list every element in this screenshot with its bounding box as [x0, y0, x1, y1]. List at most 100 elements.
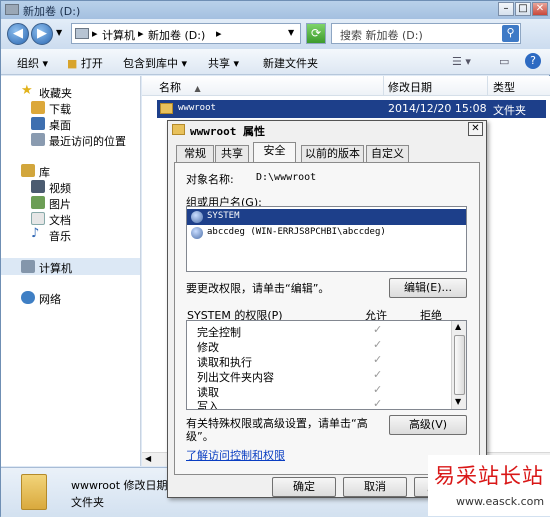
address-bar[interactable]: ▸ 计算机 ▸ 新加卷 (D:) ▸ ▼: [71, 23, 301, 44]
allow-check-icon: ✓: [373, 397, 383, 409]
pictures-icon: [31, 196, 45, 209]
user-name: abccdeg (WIN-ERRJS8PCHBI\abccdeg): [207, 227, 386, 237]
nav-pictures-label: 图片: [49, 198, 71, 211]
address-dropdown-icon[interactable]: ▼: [288, 28, 294, 37]
allow-check-icon: ✓: [373, 338, 383, 351]
help-icon[interactable]: ?: [525, 53, 541, 69]
sort-ascending-icon: ▲: [194, 84, 201, 93]
ok-button[interactable]: 确定: [272, 477, 336, 497]
permission-row: 读取 ✓: [187, 383, 453, 399]
column-divider[interactable]: [487, 76, 488, 96]
column-date[interactable]: 修改日期: [388, 79, 432, 95]
nav-network-label: 网络: [39, 293, 61, 306]
documents-icon: [31, 212, 45, 225]
allow-check-icon: ✓: [373, 353, 383, 366]
user-group-icon: [191, 211, 203, 223]
file-date: 2014/12/20 15:08: [388, 102, 487, 115]
nav-downloads-label: 下载: [49, 103, 71, 116]
file-type: 文件夹: [493, 104, 526, 117]
organize-label: 组织: [17, 57, 39, 70]
column-divider[interactable]: [383, 76, 384, 96]
scroll-down-icon[interactable]: ▼: [455, 397, 461, 406]
scroll-thumb[interactable]: [454, 335, 465, 395]
address-segment-drive[interactable]: 新加卷 (D:): [148, 27, 205, 43]
permissions-list: 完全控制 ✓ 修改 ✓ 读取和执行 ✓ 列出文件夹内容 ✓ 读取 ✓ 写入 ✓ …: [186, 320, 467, 410]
nav-documents-label: 文档: [49, 214, 71, 227]
cancel-button[interactable]: 取消: [343, 477, 407, 497]
tab-previous-versions[interactable]: 以前的版本: [301, 145, 364, 162]
share-menu[interactable]: 共享 ▾: [208, 55, 239, 71]
users-listbox[interactable]: SYSTEM abccdeg (WIN-ERRJS8PCHBI\abccdeg): [186, 206, 467, 272]
open-label: 打开: [80, 57, 103, 70]
search-box[interactable]: 搜索 新加卷 (D:) ⚲: [331, 23, 521, 44]
preview-pane-icon[interactable]: ▭: [499, 55, 509, 68]
desktop-icon: [31, 117, 45, 130]
view-options-icon[interactable]: ☰ ▾: [452, 55, 471, 68]
history-dropdown-icon[interactable]: ▼: [56, 28, 62, 37]
drive-icon: [5, 4, 19, 15]
address-arrow: ▸: [92, 27, 98, 40]
folder-icon: [172, 124, 185, 135]
folder-open-icon: ■: [67, 57, 78, 70]
nav-libraries-label: 库: [39, 166, 50, 179]
list-item[interactable]: abccdeg (WIN-ERRJS8PCHBI\abccdeg): [187, 225, 466, 241]
library-icon: [21, 164, 35, 177]
maximize-button[interactable]: □: [515, 2, 531, 16]
window-title: 新加卷 (D:): [23, 5, 81, 18]
tab-customize[interactable]: 自定义: [366, 145, 409, 162]
watermark-title: 易采站长站: [434, 464, 544, 488]
edit-button[interactable]: 编辑(E)...: [389, 278, 467, 298]
file-row[interactable]: wwwroot 2014/12/20 15:08 文件夹: [157, 100, 546, 118]
allow-check-icon: ✓: [373, 323, 383, 336]
scroll-up-icon[interactable]: ▲: [455, 322, 461, 331]
details-name: wwwroot 修改日期:: [71, 479, 172, 492]
dialog-title-bar: wwwroot 属性 ✕: [168, 121, 486, 139]
music-icon: ♪: [31, 226, 40, 241]
close-button[interactable]: ✕: [532, 2, 548, 16]
computer-icon: [75, 28, 89, 39]
dialog-close-button[interactable]: ✕: [468, 122, 483, 136]
large-folder-icon: [21, 474, 47, 510]
address-arrow: ▸: [216, 27, 222, 40]
nav-desktop-label: 桌面: [49, 119, 71, 132]
minimize-button[interactable]: –: [498, 2, 514, 16]
permission-row: 完全控制 ✓: [187, 323, 453, 339]
download-folder-icon: [31, 101, 45, 114]
site-watermark: 易采站长站 www.easck.com: [428, 455, 550, 516]
permission-row: 列出文件夹内容 ✓: [187, 368, 453, 384]
organize-menu[interactable]: 组织 ▾: [17, 55, 48, 71]
scroll-left-icon[interactable]: ◀: [145, 454, 151, 463]
address-arrow: ▸: [138, 27, 144, 40]
refresh-button[interactable]: ⟳: [306, 23, 326, 44]
allow-check-icon: ✓: [373, 383, 383, 396]
open-button[interactable]: ■ 打开: [67, 55, 103, 71]
address-segment-computer[interactable]: 计算机: [102, 27, 135, 43]
new-folder-button[interactable]: 新建文件夹: [263, 55, 318, 71]
dialog-title: wwwroot 属性: [190, 123, 265, 139]
tab-security[interactable]: 安全: [253, 142, 296, 163]
permissions-scrollbar[interactable]: ▲ ▼: [451, 321, 466, 409]
include-library-menu[interactable]: 包含到库中 ▾: [123, 55, 187, 71]
back-arrow-icon[interactable]: ◀: [7, 23, 29, 45]
recent-places-icon: [31, 133, 45, 146]
object-name-label: 对象名称:: [186, 173, 234, 186]
command-bar: 组织 ▾ ■ 打开 包含到库中 ▾ 共享 ▾ 新建文件夹 ☰ ▾ ▭ ?: [1, 49, 550, 75]
column-name[interactable]: 名称 ▲: [159, 79, 201, 95]
tab-general[interactable]: 常规: [176, 145, 214, 162]
allow-check-icon: ✓: [373, 368, 383, 381]
watermark-url: www.easck.com: [456, 495, 545, 508]
permission-row: 读取和执行 ✓: [187, 353, 453, 369]
forward-arrow-icon[interactable]: ▶: [31, 23, 53, 45]
tab-sharing[interactable]: 共享: [215, 145, 249, 162]
search-icon[interactable]: ⚲: [502, 25, 519, 42]
user-icon: [191, 227, 203, 239]
list-item[interactable]: SYSTEM: [187, 209, 466, 225]
dialog-title-text: wwwroot 属性: [190, 125, 265, 138]
search-input[interactable]: 搜索 新加卷 (D:): [340, 27, 423, 43]
video-icon: [31, 180, 45, 193]
column-type[interactable]: 类型: [493, 79, 515, 95]
permission-name: 写入: [197, 400, 219, 409]
advanced-button[interactable]: 高级(V): [389, 415, 467, 435]
column-header: 名称 ▲ 修改日期 类型: [142, 76, 550, 96]
learn-access-control-link[interactable]: 了解访问控制和权限: [186, 447, 285, 463]
